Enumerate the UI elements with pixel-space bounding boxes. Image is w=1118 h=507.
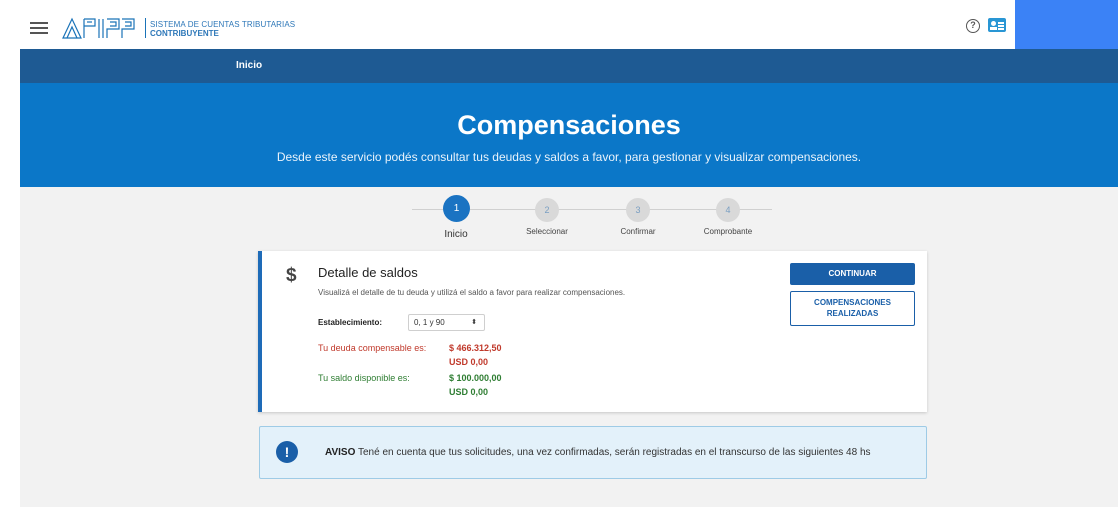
step-3-label: Confirmar (620, 227, 656, 236)
establecimiento-value: 0, 1 y 90 (414, 318, 445, 327)
step-3-circle: 3 (626, 198, 650, 222)
page-title: Compensaciones (457, 110, 681, 140)
select-arrow-icon: ⬍ (471, 319, 477, 326)
page-subtitle: Desde este servicio podés consultar tus … (276, 150, 862, 164)
main-content: 1 Inicio 2 Seleccionar 3 Confirmar 4 Com… (20, 187, 1118, 507)
balance-amount-usd: USD 0,00 (449, 387, 489, 397)
notice-text: AVISO Tené en cuenta que tus solicitudes… (325, 447, 871, 458)
hamburger-menu-icon[interactable] (30, 22, 48, 35)
balance-label: Tu saldo disponible es: (318, 373, 410, 383)
id-card-icon[interactable] (988, 18, 1006, 32)
debt-amount-usd: USD 0,00 (449, 357, 489, 367)
debt-amount-ars: $ 466.312,50 (449, 343, 502, 353)
establecimiento-select[interactable]: 0, 1 y 90 ⬍ (408, 314, 485, 331)
step-2-circle: 2 (535, 198, 559, 222)
step-1-circle: 1 (443, 195, 470, 222)
notice-body: Tené en cuenta que tus solicitudes, una … (355, 447, 871, 458)
card-description: Visualizá el detalle de tu deuda y utili… (318, 288, 626, 297)
top-header: SISTEMA DE CUENTAS TRIBUTARIAS CONTRIBUY… (0, 0, 1118, 49)
debt-label: Tu deuda compensable es: (318, 343, 427, 353)
logo-divider (145, 18, 146, 38)
afip-logo[interactable] (62, 17, 147, 39)
nav-item-inicio[interactable]: Inicio (236, 60, 262, 71)
balance-detail-card: $ Detalle de saldos Visualizá el detalle… (258, 251, 927, 412)
compensaciones-realizadas-button[interactable]: COMPENSACIONES REALIZADAS (790, 291, 915, 326)
realizadas-label-line2: REALIZADAS (826, 309, 879, 318)
help-circle-icon[interactable]: ? (966, 19, 980, 33)
realizadas-label-line1: COMPENSACIONES (814, 298, 891, 307)
notice-box: ! AVISO Tené en cuenta que tus solicitud… (259, 426, 927, 479)
app-root: SISTEMA DE CUENTAS TRIBUTARIAS CONTRIBUY… (0, 0, 1118, 507)
dollar-icon: $ (286, 265, 297, 286)
step-2-label: Seleccionar (526, 227, 568, 236)
step-4-label: Comprobante (703, 227, 753, 236)
step-4-circle: 4 (716, 198, 740, 222)
hero-banner: Compensaciones Desde este servicio podés… (20, 83, 1118, 187)
continue-button[interactable]: CONTINUAR (790, 263, 915, 285)
main-navbar: Inicio (20, 49, 1118, 83)
notice-prefix: AVISO (325, 447, 356, 458)
card-title: Detalle de saldos (318, 265, 418, 280)
user-role: CONTRIBUYENTE (150, 29, 219, 38)
system-name: SISTEMA DE CUENTAS TRIBUTARIAS (150, 20, 296, 29)
user-account-area[interactable] (1015, 0, 1118, 49)
balance-amount-ars: $ 100.000,00 (449, 373, 502, 383)
establecimiento-label: Establecimiento: (318, 318, 383, 327)
exclamation-icon: ! (276, 441, 298, 463)
step-1-label: Inicio (444, 229, 468, 240)
